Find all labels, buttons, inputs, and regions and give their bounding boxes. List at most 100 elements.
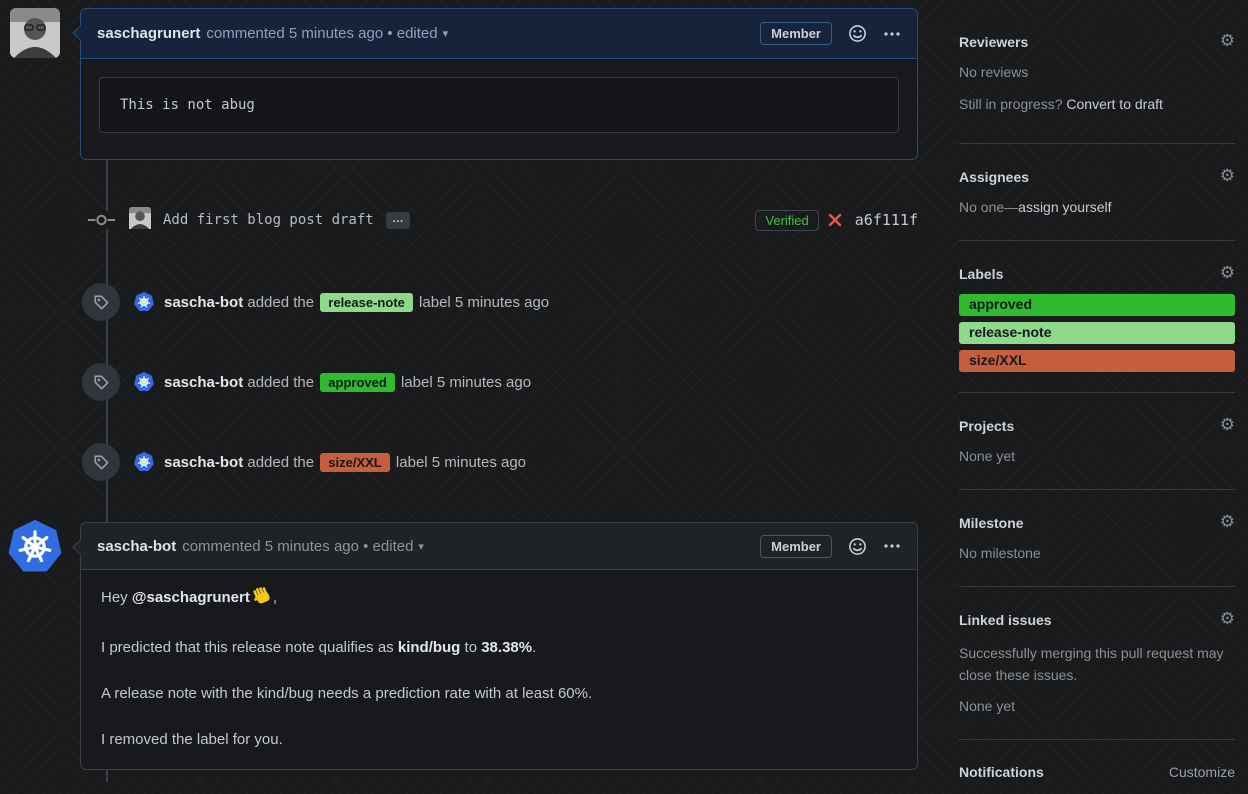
projects-title: Projects [959, 417, 1015, 434]
bot-avatar-large[interactable] [8, 520, 62, 574]
reviewers-hint: Still in progress? Convert to draft [959, 96, 1235, 113]
milestone-title: Milestone [959, 514, 1024, 531]
commit-expand-button[interactable]: … [385, 211, 410, 229]
comment-author-link[interactable]: saschagrunert [97, 25, 200, 42]
comment-paragraph: Hey @saschagrunert, [101, 586, 897, 613]
edited-dropdown-caret-icon[interactable]: ▾ [443, 27, 449, 40]
convert-to-draft-link[interactable]: Convert to draft [1066, 96, 1163, 112]
event-text: sascha-bot added the release-note label … [164, 292, 549, 312]
linked-issues-title: Linked issues [959, 611, 1052, 628]
kebab-icon [884, 31, 900, 36]
event-suffix: label 5 minutes ago [395, 453, 527, 471]
sidebar-section-reviewers: Reviewers ⚙ No reviews Still in progress… [959, 33, 1235, 144]
avatar[interactable] [10, 8, 60, 58]
sidebar-section-assignees: Assignees ⚙ No one—assign yourself [959, 168, 1235, 241]
label-pill[interactable]: release-note [959, 322, 1235, 344]
sidebar-section-projects: Projects ⚙ None yet [959, 417, 1235, 490]
prediction-text: I predicted that this release note quali… [101, 639, 394, 656]
comment-arrow [74, 539, 82, 555]
gear-icon[interactable]: ⚙ [1220, 611, 1235, 628]
linked-issues-description: Successfully merging this pull request m… [959, 645, 1224, 683]
bot-avatar[interactable] [134, 372, 154, 392]
smiley-icon [849, 25, 866, 42]
event-text: sascha-bot added the approved label 5 mi… [164, 372, 532, 392]
comment-saschagrunert: saschagrunert commented 5 minutes ago • … [72, 8, 918, 160]
kebab-menu-button[interactable] [883, 31, 901, 37]
gear-icon[interactable]: ⚙ [1220, 168, 1235, 185]
kubernetes-logo-icon [134, 372, 154, 392]
event-actor-link[interactable]: sascha-bot [164, 294, 243, 311]
kubernetes-logo-icon [8, 520, 62, 572]
greeting-text: Hey [101, 589, 128, 606]
status-failed-x-icon[interactable] [827, 212, 843, 228]
event-actor-link[interactable]: sascha-bot [164, 374, 243, 391]
prediction-mid: to [464, 639, 478, 656]
waving-hand-emoji-icon [253, 586, 273, 613]
user-photo-icon [129, 206, 151, 229]
event-suffix: label 5 minutes ago [400, 373, 532, 391]
mention-link[interactable]: @saschagrunert [132, 589, 250, 606]
customize-link[interactable]: Customize [1169, 764, 1235, 780]
prediction-punct: . [532, 639, 537, 656]
labels-title: Labels [959, 265, 1004, 282]
member-badge[interactable]: Member [760, 22, 832, 45]
gear-icon[interactable]: ⚙ [1220, 265, 1235, 282]
comment-arrow [74, 25, 82, 41]
kind-bug-text: kind/bug [397, 639, 461, 656]
sidebar-section-labels: Labels ⚙ approved release-note size/XXL [959, 265, 1235, 393]
git-commit-icon [88, 214, 115, 226]
comment-header: saschagrunert commented 5 minutes ago • … [81, 9, 917, 59]
kubernetes-logo-icon [134, 452, 154, 472]
assignees-empty-text: No one—assign yourself [959, 199, 1235, 216]
emoji-reaction-button[interactable] [848, 537, 867, 556]
label-pill[interactable]: approved [959, 294, 1235, 316]
emoji-reaction-button[interactable] [848, 24, 867, 43]
comment-header: sascha-bot commented 5 minutes ago • edi… [81, 523, 917, 570]
sidebar-section-linked-issues: Linked issues ⚙ Successfully merging thi… [959, 611, 1235, 740]
smiley-icon [849, 537, 866, 555]
commit-message-link[interactable]: Add first blog post draft [163, 212, 374, 228]
assign-yourself-link[interactable]: assign yourself [1018, 199, 1111, 215]
gear-icon[interactable]: ⚙ [1220, 33, 1235, 50]
comment-author-link[interactable]: sascha-bot [97, 538, 176, 555]
comment-body: Hey @saschagrunert, I predicted that thi… [81, 570, 917, 751]
linked-issues-empty-text: None yet [959, 698, 1016, 714]
edited-dropdown-caret-icon[interactable]: ▾ [418, 540, 424, 553]
event-badge [82, 443, 120, 481]
reviewers-title: Reviewers [959, 33, 1029, 50]
sidebar: Reviewers ⚙ No reviews Still in progress… [959, 33, 1235, 794]
gear-icon[interactable]: ⚙ [1220, 417, 1235, 434]
commit-icon-wrap [88, 211, 115, 229]
kebab-menu-button[interactable] [883, 543, 901, 549]
event-action: added the [247, 453, 315, 471]
comment-paragraph: A release note with the kind/bug needs a… [101, 685, 593, 702]
tag-icon [94, 455, 108, 469]
comment-paragraph: I predicted that this release note quali… [101, 637, 897, 659]
tag-icon [94, 375, 108, 389]
commit-hash-link[interactable]: a6f111f [855, 211, 918, 229]
bot-avatar[interactable] [134, 292, 154, 312]
commit-event-row: Add first blog post draft … Verified a6f… [88, 206, 918, 234]
gear-icon[interactable]: ⚙ [1220, 514, 1235, 531]
verified-badge[interactable]: Verified [755, 209, 819, 231]
code-block: This is not abug [99, 77, 899, 133]
label-event-row: sascha-bot added the release-note label … [82, 282, 918, 322]
comment-paragraph: I removed the label for you. [101, 731, 283, 748]
commit-author-avatar[interactable] [129, 206, 151, 234]
label-event-row: sascha-bot added the size/XXL label 5 mi… [82, 442, 918, 482]
event-actor-link[interactable]: sascha-bot [164, 454, 243, 471]
label-pill[interactable]: approved [320, 372, 395, 392]
kebab-icon [884, 544, 900, 548]
label-pill[interactable]: size/XXL [959, 350, 1235, 372]
label-pill[interactable]: size/XXL [320, 452, 390, 472]
event-action: added the [247, 373, 315, 391]
bot-avatar[interactable] [134, 452, 154, 472]
greeting-punct: , [272, 589, 278, 606]
event-badge [82, 363, 120, 401]
assignees-empty-prefix: No one— [959, 199, 1019, 215]
prediction-rate: 38.38% [481, 639, 533, 656]
label-pill[interactable]: release-note [320, 292, 413, 312]
member-badge[interactable]: Member [760, 534, 832, 558]
user-photo-icon [10, 8, 60, 58]
comment-sascha-bot: sascha-bot commented 5 minutes ago • edi… [72, 522, 918, 770]
